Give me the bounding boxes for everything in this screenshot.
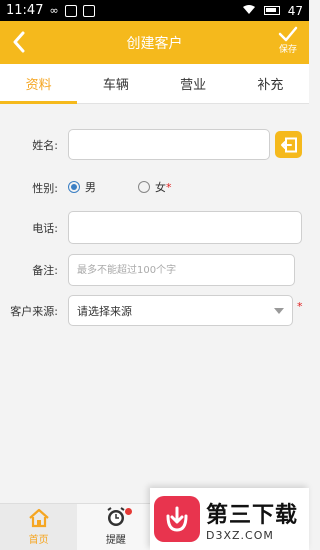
page-title: 创建客户 — [126, 35, 183, 52]
battery-level: 47 — [287, 3, 303, 18]
image-icon — [82, 4, 95, 17]
watermark-overlay: 第三下载 D3XZ.COM — [150, 488, 309, 550]
download-logo-icon — [154, 496, 200, 542]
gender-male-label: 男 — [85, 181, 96, 194]
save-button[interactable]: 保存 — [275, 26, 301, 55]
back-button[interactable] — [8, 29, 30, 55]
source-required-mark: * — [297, 300, 303, 313]
tab-vehicle[interactable]: 车辆 — [77, 64, 154, 103]
gender-label: 性别: — [32, 182, 58, 195]
title-bar: 创建客户 保存 — [0, 21, 309, 64]
alarm-clock-icon — [107, 507, 125, 526]
nav-reminder-label: 提醒 — [105, 535, 126, 546]
import-contact-button[interactable] — [275, 131, 302, 158]
nav-reminder[interactable]: 提醒 — [77, 504, 154, 550]
wifi-icon — [242, 4, 256, 18]
notification-icon — [64, 4, 77, 17]
name-field[interactable] — [69, 130, 269, 159]
tab-profile[interactable]: 资料 — [0, 64, 78, 104]
remark-label: 备注: — [32, 264, 58, 277]
required-mark: * — [166, 180, 172, 194]
name-field-box — [68, 129, 270, 160]
tab-bar: 资料 车辆 营业 补充 — [0, 64, 309, 104]
source-select[interactable]: 请选择来源 — [68, 295, 293, 326]
source-label: 客户来源: — [10, 305, 58, 318]
phone-field[interactable] — [69, 212, 301, 243]
infinity-icon: ∞ — [49, 4, 59, 17]
name-label: 姓名: — [32, 139, 58, 152]
status-bar: 11:47 ∞ 47 — [0, 0, 309, 21]
gender-female-label: 女 — [155, 181, 166, 194]
remark-field[interactable] — [69, 255, 294, 285]
notification-badge — [125, 508, 133, 515]
check-icon — [278, 26, 298, 42]
source-value: 请选择来源 — [77, 304, 132, 318]
nav-home-label: 首页 — [28, 535, 49, 546]
tab-supplement[interactable]: 补充 — [232, 64, 309, 103]
gender-male-radio[interactable]: 男 — [68, 179, 96, 195]
battery-icon — [263, 6, 280, 15]
gender-female-radio[interactable]: 女 * — [138, 179, 172, 195]
status-time: 11:47 — [6, 3, 44, 18]
chevron-left-icon — [13, 31, 25, 53]
tab-business[interactable]: 营业 — [155, 64, 232, 103]
home-icon — [28, 508, 49, 528]
nav-home[interactable]: 首页 — [0, 504, 78, 550]
watermark-title: 第三下载 — [206, 502, 299, 528]
remark-field-box — [68, 254, 295, 286]
phone-label: 电话: — [32, 222, 58, 235]
radio-selected-icon — [68, 181, 80, 193]
radio-unselected-icon — [138, 181, 150, 193]
import-icon — [280, 137, 297, 152]
phone-field-box — [68, 211, 302, 244]
dropdown-arrow-icon — [274, 307, 284, 314]
save-label: 保存 — [278, 45, 297, 55]
watermark-subtitle: D3XZ.COM — [206, 528, 274, 542]
